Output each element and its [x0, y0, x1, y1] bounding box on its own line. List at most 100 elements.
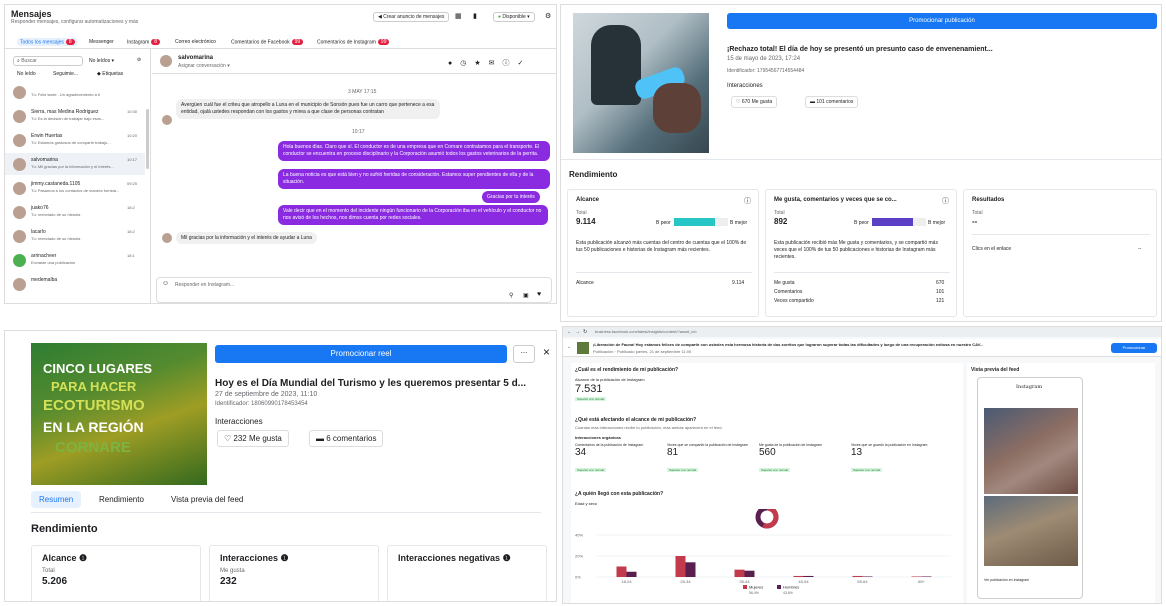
- likes-count: 670 Me gusta: [741, 99, 773, 105]
- bar-hombres: [685, 562, 696, 577]
- view-on-instagram-link[interactable]: Ver publicación en Instagram: [984, 578, 1029, 582]
- feed-preview-title: Vista previa del feed: [971, 367, 1020, 373]
- comments-pill: ▬ 6 comentarios: [309, 430, 384, 447]
- info-icon[interactable]: ❶: [281, 553, 289, 563]
- reach-value: 7.531: [575, 383, 603, 395]
- filter-read[interactable]: No leído: [17, 71, 36, 77]
- tab-summary[interactable]: Resumen: [31, 491, 82, 508]
- url-bar[interactable]: business.facebook.com/latest/insights/co…: [595, 329, 697, 334]
- tab-badge: 8: [65, 39, 75, 45]
- list-item[interactable]: Tú: Feliz tarde . Un agradecimiento a ti: [5, 81, 145, 103]
- list-item[interactable]: lacarlo Tú: reenviado de su historia 18:2: [5, 225, 145, 247]
- star-icon[interactable]: ★: [474, 60, 488, 67]
- photo-animal: [653, 83, 701, 133]
- card-negative: Interacciones negativas ❶: [387, 545, 547, 601]
- message-bubble: La buena noticia es que está bien y no s…: [278, 169, 550, 189]
- reply-box[interactable]: Responder en Instagram... ☺ ⚲ ▣ ♥: [156, 277, 552, 303]
- phone-photo-1: [984, 408, 1078, 494]
- avatar: [13, 182, 26, 195]
- grid-icon[interactable]: ▦: [455, 12, 462, 20]
- row-value: 670: [936, 280, 945, 286]
- promote-button[interactable]: Promocionar: [1111, 343, 1157, 353]
- info-icon[interactable]: ⓘ: [503, 60, 518, 67]
- legend-swatch: [743, 585, 747, 589]
- reload-icon[interactable]: ↻: [583, 329, 587, 335]
- filter-tags[interactable]: ◆ Etiquetas: [97, 71, 123, 77]
- settings-icon[interactable]: ⚙: [545, 12, 551, 20]
- row-label: Comentarios: [774, 289, 803, 295]
- list-item[interactable]: jimmy.castaneda.1105 Tú: Pasamos a los co…: [5, 177, 145, 199]
- list-scrollbar[interactable]: [146, 109, 149, 169]
- card-divider: [576, 272, 752, 273]
- promote-post-button[interactable]: Promocionar publicación: [727, 13, 1157, 29]
- status-icon: ●: [498, 14, 502, 20]
- message-bubble: Gracias por tu interés: [482, 191, 540, 203]
- list-item[interactable]: Erwin Huertas Tú: Estamos gustosos de com…: [5, 129, 145, 151]
- conversation-snippet: Tú: Estamos gustosos de compartir trabaj…: [31, 140, 111, 145]
- chat-assign[interactable]: Asignar conversación ▾: [178, 63, 230, 69]
- filter-unread[interactable]: No leídos ▾: [89, 58, 114, 64]
- metric-label: Veces que se guardó la publicación en In…: [851, 443, 928, 447]
- likes-count: 232 Me gusta: [233, 434, 282, 443]
- tab-messenger[interactable]: Messenger: [89, 39, 114, 45]
- filter-follow[interactable]: Seguimie...: [53, 71, 78, 77]
- filter-button[interactable]: ⊘: [137, 57, 141, 63]
- back-arrow-icon[interactable]: ←: [567, 344, 572, 350]
- promote-reel-button[interactable]: Promocionar reel: [215, 345, 507, 363]
- tab-ig-comments[interactable]: Comentarios de Instagram 99: [317, 39, 390, 45]
- metric: Me gusta de la publicación de Instagram …: [759, 443, 843, 476]
- info-icon[interactable]: ❶: [503, 553, 511, 563]
- info-icon[interactable]: ⓘ: [942, 196, 949, 206]
- card-divider: [972, 234, 1150, 235]
- clock-icon[interactable]: ◷: [460, 60, 474, 67]
- tab-instagram[interactable]: Instagram 8: [127, 39, 161, 45]
- card-divider: [774, 272, 950, 273]
- tab-all-messages[interactable]: Todos los mensajes 8: [17, 38, 78, 47]
- conversation-snippet: Tú: Es la decisión de trabajar bajo esos…: [31, 116, 105, 121]
- conversation-time: 18:2: [127, 229, 135, 234]
- list-item[interactable]: arrinacheer Enviaste una publicación 18:1: [5, 249, 145, 271]
- bar-hombres: [626, 571, 637, 577]
- post-date: 15 de mayo de 2023, 17:24: [727, 56, 801, 62]
- status-dropdown[interactable]: ● Disponible ▾: [493, 12, 535, 22]
- list-item[interactable]: medemalba: [5, 273, 145, 295]
- phone-photo-2: [984, 496, 1078, 566]
- emoji-icon[interactable]: ☺: [162, 280, 169, 287]
- row-label: Me gusta: [774, 280, 795, 286]
- search-icon: ⌕: [17, 58, 20, 64]
- tab-fb-comments[interactable]: Comentarios de Facebook 99: [231, 39, 304, 45]
- search-input[interactable]: ⌕ Buscar: [13, 56, 83, 66]
- card-engagement: Me gusta, comentarios y veces que se co.…: [765, 189, 957, 317]
- total-label: Total: [972, 210, 983, 216]
- list-item[interactable]: Sierra, mas Medina Rodriguez Tú: Es la de…: [5, 105, 145, 127]
- check-icon[interactable]: ✓: [518, 60, 532, 67]
- stats-icon[interactable]: ▮: [473, 12, 477, 20]
- image-icon[interactable]: ▣: [523, 292, 529, 299]
- mail-icon[interactable]: ✉: [489, 60, 503, 67]
- tab-email[interactable]: Correo electrónico: [175, 39, 216, 45]
- card-value: 5.206: [42, 576, 68, 587]
- list-item[interactable]: salvomarina Tú: Mil gracias por la inform…: [5, 153, 145, 175]
- user-icon[interactable]: ●: [448, 60, 460, 67]
- more-button[interactable]: ...: [513, 345, 535, 363]
- close-icon[interactable]: ×: [543, 345, 550, 359]
- metric: Veces que se compartió la publicación de…: [667, 443, 751, 476]
- comparison-bar: [674, 218, 728, 226]
- comments-count: 101 comentarios: [816, 99, 854, 105]
- create-ad-button[interactable]: ◀ Crear anuncio de mensajes: [373, 12, 450, 22]
- conversation-name: medemalba: [31, 277, 58, 283]
- conversation-time: 18:1: [127, 253, 135, 258]
- back-icon[interactable]: ←: [567, 329, 572, 335]
- heart-icon[interactable]: ♥: [537, 291, 541, 298]
- list-item[interactable]: juako76 Tú: reenviado de su historia 18:2: [5, 201, 145, 223]
- conversation-time: 10:17: [127, 157, 138, 162]
- forward-icon[interactable]: →: [575, 329, 580, 335]
- attach-icon[interactable]: ⚲: [509, 292, 513, 299]
- info-icon[interactable]: ⓘ: [744, 196, 751, 206]
- tab-performance[interactable]: Rendimiento: [99, 495, 144, 504]
- card-value: 232: [220, 576, 237, 587]
- filter-label: Etiquetas: [102, 71, 124, 77]
- tab-feed-preview[interactable]: Vista previa del feed: [171, 495, 243, 504]
- bar-hombres: [803, 575, 814, 577]
- info-icon[interactable]: ❶: [79, 553, 87, 563]
